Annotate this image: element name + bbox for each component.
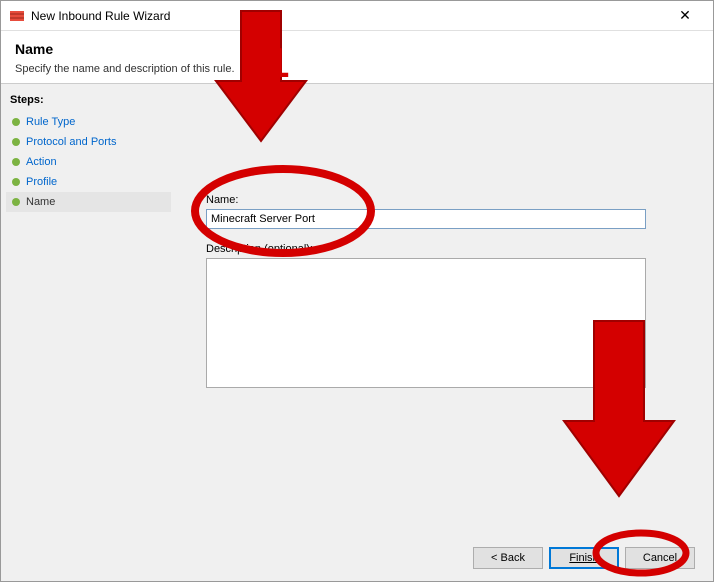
cancel-button[interactable]: Cancel	[625, 547, 695, 569]
name-label: Name:	[206, 194, 683, 206]
step-name[interactable]: Name	[6, 192, 171, 212]
wizard-body: Steps: Rule Type Protocol and Ports Acti…	[1, 84, 713, 581]
page-subtitle: Specify the name and description of this…	[15, 63, 699, 75]
firewall-icon	[9, 8, 25, 24]
main-panel: Name: Description (optional): < Back Fin…	[176, 84, 713, 581]
form-area: Name: Description (optional):	[206, 194, 683, 391]
step-label: Profile	[26, 176, 57, 188]
step-label: Protocol and Ports	[26, 136, 117, 148]
steps-title: Steps:	[6, 94, 171, 106]
wizard-window: New Inbound Rule Wizard ✕ Name Specify t…	[0, 0, 714, 582]
description-label: Description (optional):	[206, 243, 683, 255]
step-label: Rule Type	[26, 116, 75, 128]
close-button[interactable]: ✕	[665, 2, 705, 30]
step-bullet-icon	[12, 118, 20, 126]
wizard-header: Name Specify the name and description of…	[1, 31, 713, 84]
page-title: Name	[15, 41, 699, 57]
step-label: Action	[26, 156, 57, 168]
name-input[interactable]	[206, 209, 646, 229]
step-action[interactable]: Action	[6, 152, 171, 172]
step-bullet-icon	[12, 178, 20, 186]
step-bullet-icon	[12, 158, 20, 166]
back-button[interactable]: < Back	[473, 547, 543, 569]
close-icon: ✕	[679, 7, 691, 24]
steps-sidebar: Steps: Rule Type Protocol and Ports Acti…	[1, 84, 176, 581]
step-rule-type[interactable]: Rule Type	[6, 112, 171, 132]
window-title: New Inbound Rule Wizard	[31, 9, 665, 23]
finish-button[interactable]: Finish	[549, 547, 619, 569]
step-label: Name	[26, 196, 55, 208]
description-input[interactable]	[206, 258, 646, 388]
titlebar: New Inbound Rule Wizard ✕	[1, 1, 713, 31]
step-profile[interactable]: Profile	[6, 172, 171, 192]
step-bullet-icon	[12, 198, 20, 206]
step-protocol-ports[interactable]: Protocol and Ports	[6, 132, 171, 152]
button-row: < Back Finish Cancel	[473, 547, 695, 569]
step-bullet-icon	[12, 138, 20, 146]
